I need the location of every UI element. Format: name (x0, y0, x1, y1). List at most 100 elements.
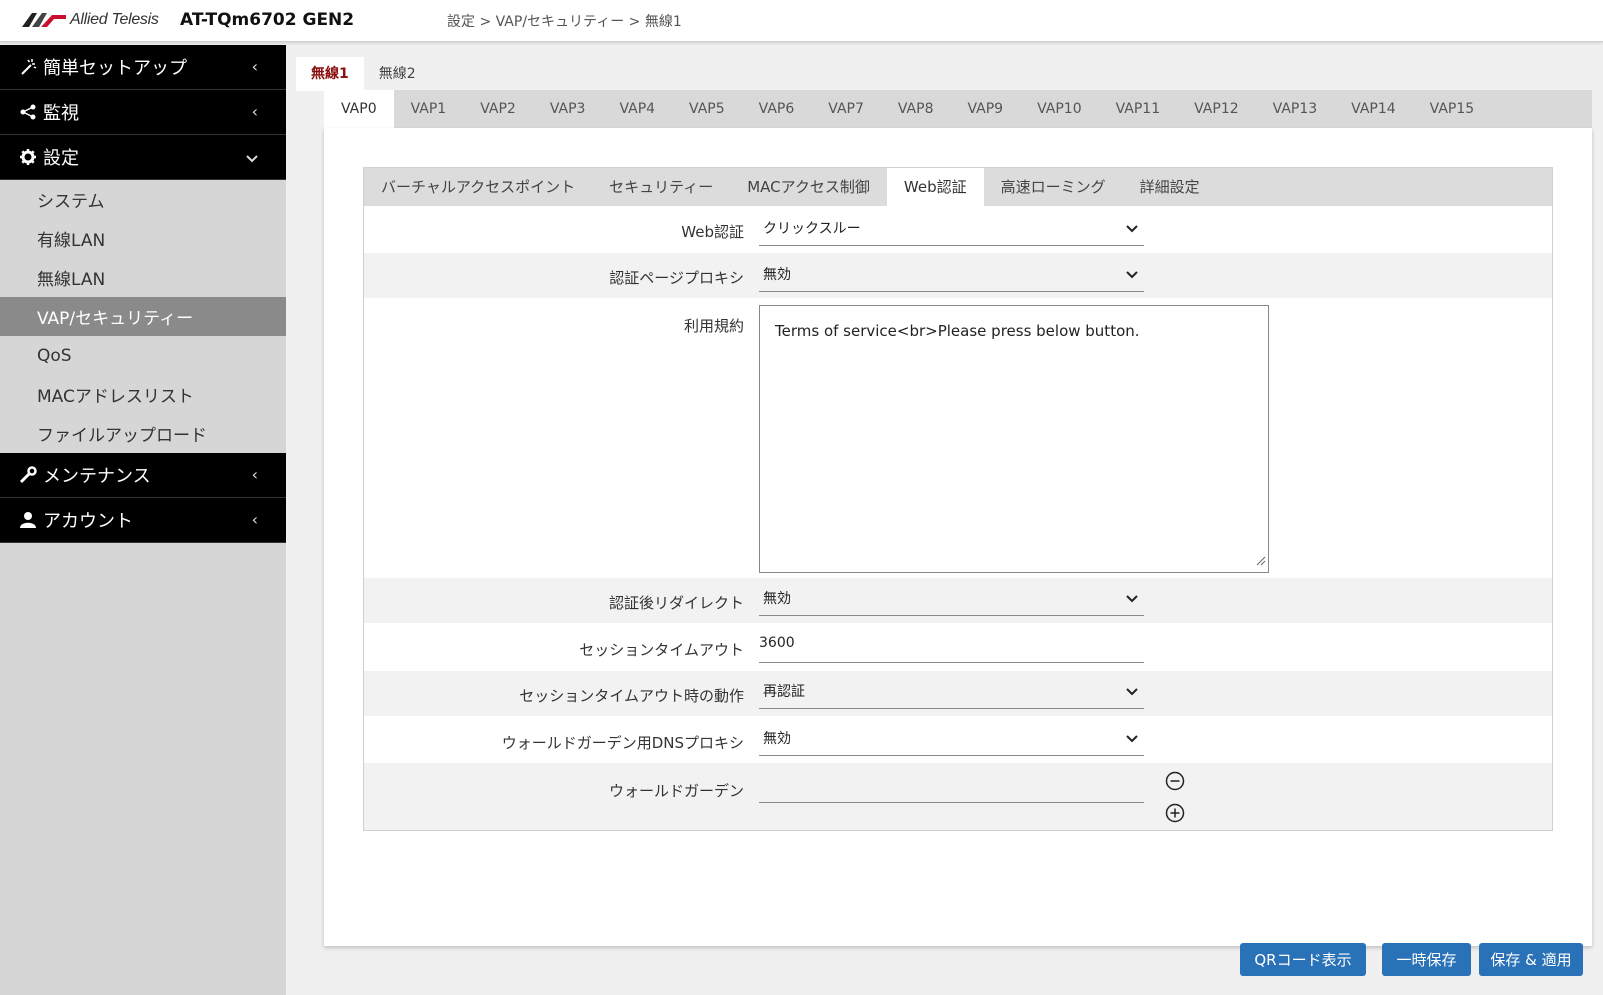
user-icon (17, 511, 39, 529)
sidebar-item-qos[interactable]: QoS (0, 336, 286, 375)
chevron-down-icon (1126, 681, 1138, 700)
tab-vap9[interactable]: VAP9 (950, 90, 1020, 128)
tab-radio1[interactable]: 無線1 (296, 57, 364, 91)
terms-textarea[interactable]: Terms of service<br>Please press below b… (759, 305, 1269, 573)
tab-vap15[interactable]: VAP15 (1413, 90, 1492, 128)
temp-save-button[interactable]: 一時保存 (1382, 943, 1471, 976)
tab-radio2[interactable]: 無線2 (364, 57, 431, 91)
sidebar-item-system[interactable]: システム (0, 180, 286, 219)
nav-settings-label: 設定 (43, 148, 79, 169)
tab-vap11[interactable]: VAP11 (1099, 90, 1178, 128)
tab-security[interactable]: セキュリティー (592, 168, 730, 206)
chevron-down-icon (1126, 588, 1138, 607)
nav-account-label: アカウント (43, 511, 133, 532)
sidebar-item-vap-security[interactable]: VAP/セキュリティー (0, 297, 286, 336)
walled-garden-input[interactable] (759, 767, 1144, 803)
web-auth-section: バーチャルアクセスポイント セキュリティー MACアクセス制御 Web認証 高速… (363, 167, 1553, 831)
row-walled-dns-proxy: ウォールドガーデン用DNSプロキシ 無効 (364, 716, 1552, 763)
row-terms: 利用規約 Terms of service<br>Please press be… (364, 305, 1552, 578)
tab-vap0[interactable]: VAP0 (324, 90, 394, 128)
chevron-left-icon: ‹ (251, 510, 258, 529)
row-web-auth: Web認証 クリックスルー (364, 206, 1552, 253)
logo-text: Allied Telesis (70, 11, 159, 28)
device-model: AT-TQm6702 GEN2 (180, 10, 355, 30)
redirect-select[interactable]: 無効 (759, 580, 1144, 616)
walled-dns-proxy-label: ウォールドガーデン用DNSプロキシ (501, 734, 744, 752)
auth-page-proxy-value: 無効 (763, 267, 791, 283)
nav-maintenance-label: メンテナンス (43, 466, 151, 487)
allied-telesis-logo: Allied Telesis (22, 9, 159, 31)
tab-virtual-access-point[interactable]: バーチャルアクセスポイント (364, 168, 592, 206)
logo-mark-icon (22, 13, 66, 27)
walled-dns-proxy-select[interactable]: 無効 (759, 720, 1144, 756)
row-timeout-action: セッションタイムアウト時の動作 再認証 (364, 671, 1552, 716)
nav-settings[interactable]: 設定 (0, 135, 286, 180)
tab-web-auth[interactable]: Web認証 (886, 168, 984, 206)
tab-fast-roaming[interactable]: 高速ローミング (984, 168, 1123, 206)
nav-easy-setup-label: 簡単セットアップ (43, 58, 187, 79)
add-entry-icon[interactable] (1165, 803, 1185, 827)
nav-easy-setup[interactable]: 簡単セットアップ ‹ (0, 45, 286, 90)
web-auth-value: クリックスルー (763, 221, 861, 237)
tab-vap5[interactable]: VAP5 (672, 90, 742, 128)
session-timeout-value: 3600 (759, 635, 795, 651)
session-timeout-input[interactable]: 3600 (759, 627, 1144, 663)
auth-page-proxy-select[interactable]: 無効 (759, 256, 1144, 292)
sidebar-item-file-upload[interactable]: ファイルアップロード (0, 414, 286, 453)
vap-panel: バーチャルアクセスポイント セキュリティー MACアクセス制御 Web認証 高速… (324, 128, 1592, 946)
terms-label: 利用規約 (683, 317, 744, 335)
session-timeout-label: セッションタイムアウト (579, 641, 744, 659)
tab-vap14[interactable]: VAP14 (1334, 90, 1413, 128)
breadcrumb: 設定 > VAP/セキュリティー > 無線1 (447, 14, 682, 30)
qr-code-button[interactable]: QRコード表示 (1240, 943, 1366, 976)
chevron-left-icon: ‹ (251, 102, 258, 121)
save-apply-button[interactable]: 保存 & 適用 (1479, 943, 1583, 976)
tab-vap7[interactable]: VAP7 (811, 90, 881, 128)
web-auth-select[interactable]: クリックスルー (759, 210, 1144, 246)
tab-advanced-settings[interactable]: 詳細設定 (1123, 168, 1217, 206)
chevron-left-icon: ‹ (251, 465, 258, 484)
main-content: 無線1 無線2 VAP0 VAP1 VAP2 VAP3 VAP4 VAP5 VA… (286, 45, 1603, 995)
nav-account[interactable]: アカウント ‹ (0, 498, 286, 543)
walled-garden-label: ウォールドガーデン (608, 782, 744, 800)
row-walled-garden: ウォールドガーデン (364, 763, 1552, 830)
chevron-down-icon (1126, 264, 1138, 283)
chevron-down-icon (1126, 728, 1138, 747)
tab-vap8[interactable]: VAP8 (881, 90, 951, 128)
tab-vap10[interactable]: VAP10 (1020, 90, 1099, 128)
magic-wand-icon (17, 58, 39, 76)
web-auth-label: Web認証 (681, 223, 744, 241)
resize-handle-icon[interactable] (1256, 551, 1266, 570)
gear-icon (17, 148, 39, 166)
tab-vap4[interactable]: VAP4 (602, 90, 672, 128)
walled-dns-proxy-value: 無効 (763, 731, 791, 747)
chevron-down-icon (1126, 218, 1138, 237)
chevron-down-icon (246, 148, 258, 167)
share-icon (17, 103, 39, 121)
sidebar-item-wired-lan[interactable]: 有線LAN (0, 219, 286, 258)
terms-text: Terms of service<br>Please press below b… (775, 322, 1140, 340)
redirect-label: 認証後リダイレクト (608, 594, 744, 612)
auth-page-proxy-label: 認証ページプロキシ (609, 269, 744, 287)
sidebar-item-wireless-lan[interactable]: 無線LAN (0, 258, 286, 297)
tab-vap13[interactable]: VAP13 (1256, 90, 1335, 128)
tab-vap12[interactable]: VAP12 (1177, 90, 1256, 128)
chevron-left-icon: ‹ (251, 57, 258, 76)
nav-maintenance[interactable]: メンテナンス ‹ (0, 453, 286, 498)
nav-monitor[interactable]: 監視 ‹ (0, 90, 286, 135)
timeout-action-select[interactable]: 再認証 (759, 673, 1144, 709)
tab-mac-access-control[interactable]: MACアクセス制御 (730, 168, 887, 206)
top-bar: Allied Telesis AT-TQm6702 GEN2 設定 > VAP/… (0, 0, 1603, 42)
timeout-action-value: 再認証 (763, 684, 805, 700)
sidebar-item-mac-address-list[interactable]: MACアドレスリスト (0, 375, 286, 414)
radio-tabs: 無線1 無線2 (296, 57, 431, 91)
tab-vap2[interactable]: VAP2 (463, 90, 533, 128)
nav-monitor-label: 監視 (43, 103, 79, 124)
tab-vap3[interactable]: VAP3 (533, 90, 603, 128)
row-session-timeout: セッションタイムアウト 3600 (364, 623, 1552, 671)
sub-tabs: バーチャルアクセスポイント セキュリティー MACアクセス制御 Web認証 高速… (364, 168, 1552, 206)
row-redirect: 認証後リダイレクト 無効 (364, 578, 1552, 623)
tab-vap6[interactable]: VAP6 (742, 90, 812, 128)
remove-entry-icon[interactable] (1165, 771, 1185, 795)
tab-vap1[interactable]: VAP1 (394, 90, 464, 128)
